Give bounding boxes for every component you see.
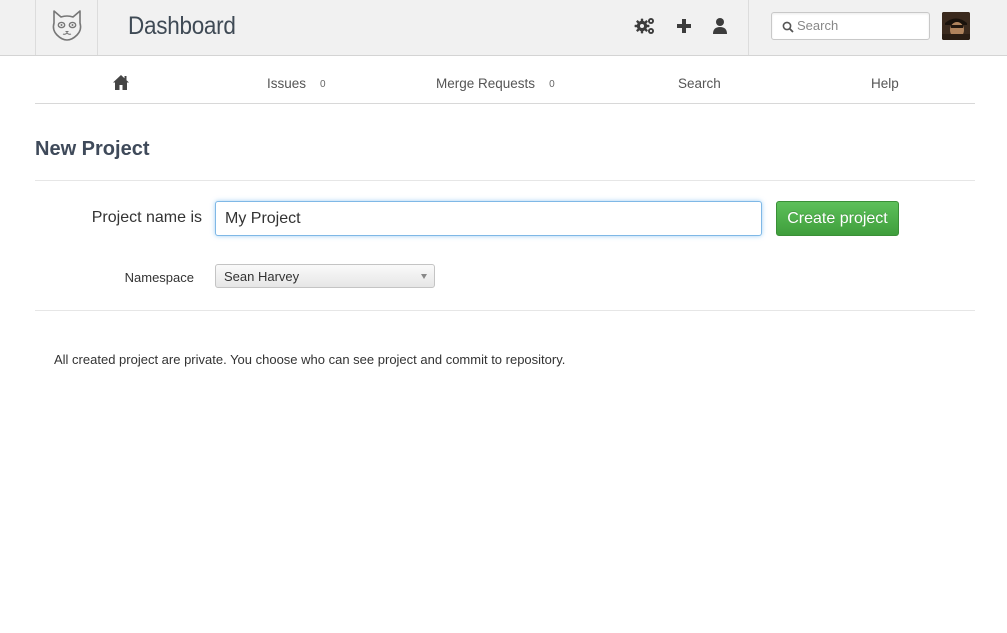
logo-link[interactable] [35, 0, 98, 55]
search-icon [782, 20, 794, 38]
chevron-down-icon [421, 274, 427, 279]
app-title[interactable]: Dashboard [128, 12, 236, 41]
main-nav: Issues 0 Merge Requests 0 Search Help [35, 64, 975, 104]
nav-merge-requests[interactable]: Merge Requests 0 [436, 76, 555, 91]
search-field[interactable] [771, 12, 930, 40]
issues-count-badge: 0 [320, 79, 326, 90]
merge-requests-count-badge: 0 [549, 79, 555, 90]
profile-user-icon[interactable] [709, 15, 731, 37]
page-title: New Project [35, 138, 150, 160]
nav-help[interactable]: Help [871, 76, 899, 91]
cat-logo-icon [49, 8, 85, 47]
create-project-button[interactable]: Create project [776, 201, 899, 236]
nav-merge-requests-label: Merge Requests [436, 76, 536, 91]
nav-issues[interactable]: Issues 0 [267, 76, 326, 91]
form-divider [35, 310, 975, 311]
namespace-select[interactable]: Sean Harvey [215, 264, 435, 288]
header-divider [748, 0, 749, 55]
privacy-note: All created project are private. You cho… [54, 352, 566, 367]
namespace-selected-value: Sean Harvey [224, 269, 300, 284]
new-project-plus-icon[interactable] [673, 15, 695, 37]
admin-gears-icon[interactable] [634, 15, 656, 37]
avatar[interactable] [942, 12, 970, 40]
project-name-label: Project name is [91, 209, 202, 226]
nav-search[interactable]: Search [678, 76, 721, 91]
title-divider [35, 180, 975, 181]
project-name-input[interactable] [215, 201, 762, 236]
search-input[interactable] [797, 18, 925, 33]
top-header: Dashboard [0, 0, 1007, 56]
home-icon[interactable] [112, 74, 130, 96]
namespace-label: Namespace [124, 270, 194, 285]
nav-issues-label: Issues [267, 76, 307, 91]
